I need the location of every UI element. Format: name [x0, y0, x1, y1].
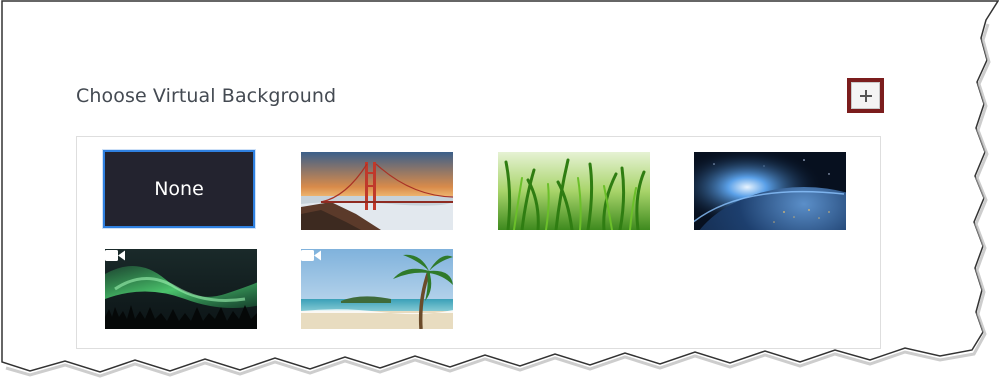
golden-gate-image [301, 152, 453, 230]
background-tile-none[interactable]: None [102, 149, 256, 229]
background-tile-earth[interactable] [694, 152, 846, 230]
plus-icon [859, 89, 872, 102]
dialog-title: Choose Virtual Background [76, 85, 337, 107]
background-label-none: None [154, 178, 204, 200]
video-icon [105, 250, 125, 261]
background-tile-golden-gate[interactable] [301, 152, 453, 230]
background-tile-grass[interactable] [498, 152, 650, 230]
background-tile-aurora[interactable] [105, 249, 257, 329]
background-tile-beach[interactable] [301, 249, 453, 329]
add-background-button[interactable] [847, 78, 884, 113]
background-grid: None [76, 136, 881, 349]
beach-image [301, 249, 453, 329]
video-icon [301, 250, 321, 261]
aurora-image [105, 249, 257, 329]
earth-image [694, 152, 846, 230]
grass-image [498, 152, 650, 230]
